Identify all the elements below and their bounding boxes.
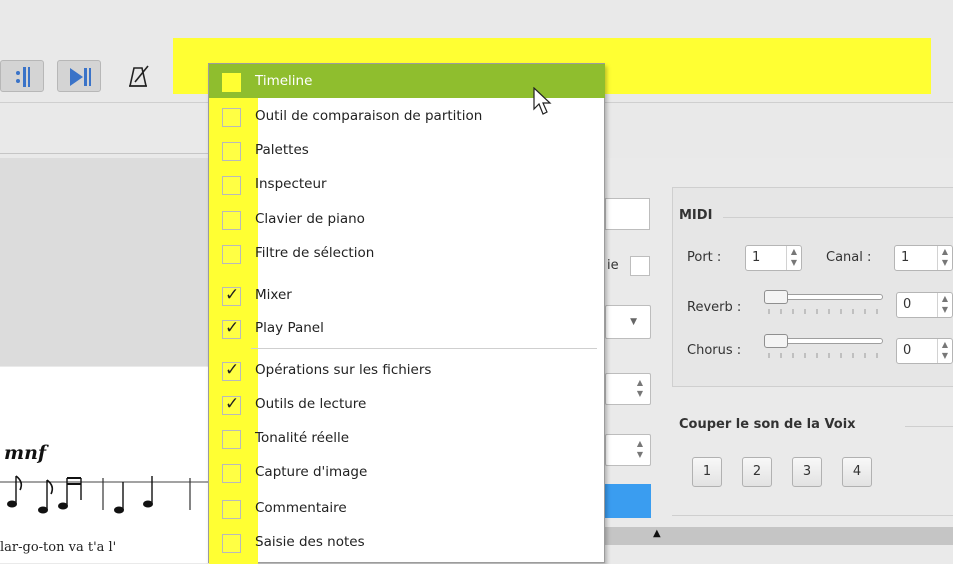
chevron-down-icon: ▼	[630, 317, 637, 327]
tab-divider	[0, 153, 210, 154]
metronome-button[interactable]	[124, 62, 154, 90]
chorus-label: Chorus :	[687, 343, 742, 358]
chorus-ticks	[768, 353, 878, 358]
voice-3-button[interactable]: 3	[792, 457, 822, 487]
spin-arrows-icon: ▲ ▼	[636, 378, 643, 398]
chorus-slider-handle[interactable]	[764, 334, 788, 348]
volume-spinbox[interactable]: ▲ ▼	[605, 373, 651, 405]
menu-item-checkbox[interactable]	[222, 73, 241, 92]
spin-arrows-icon[interactable]: ▲ ▼	[786, 246, 801, 270]
pan-spinbox[interactable]: ▲ ▼	[605, 434, 651, 466]
mouse-cursor-icon	[533, 87, 552, 115]
play-to-end-icon	[70, 68, 91, 86]
menu-item-label: Opérations sur les fichiers	[255, 362, 432, 378]
menu-item-label: Outil de comparaison de partition	[255, 108, 483, 124]
menu-item-label: Clavier de piano	[255, 211, 365, 227]
solo-checkbox[interactable]	[630, 256, 650, 276]
voice-4-button[interactable]: 4	[842, 457, 872, 487]
menu-item[interactable]: Saisie des notes	[209, 527, 604, 560]
play-to-end-button[interactable]	[57, 60, 101, 92]
menu-item-label: Saisie des notes	[255, 534, 365, 550]
menu-item-checkbox[interactable]	[222, 500, 241, 519]
mute-voice-title: Couper le son de la Voix	[679, 417, 856, 432]
port-value: 1	[752, 250, 761, 265]
metronome-icon	[129, 65, 149, 87]
menu-item[interactable]: Mixer	[209, 280, 604, 313]
view-menu: Timeline Outil de comparaison de partitio…	[208, 63, 605, 564]
menu-item[interactable]: Opérations sur les fichiers	[209, 355, 604, 388]
menu-item[interactable]: Outils de lecture	[209, 389, 604, 422]
menu-item-checkbox[interactable]	[222, 245, 241, 264]
channel-label: Canal :	[826, 250, 872, 265]
sound-dropdown[interactable]: ▼	[605, 305, 651, 339]
reverb-label: Reverb :	[687, 300, 742, 315]
spin-arrows-icon: ▲ ▼	[636, 439, 643, 459]
spin-arrows-icon[interactable]: ▲ ▼	[937, 339, 952, 363]
score-page	[0, 367, 210, 563]
channel-spinbox[interactable]: 1 ▲ ▼	[894, 245, 953, 271]
name-field[interactable]	[605, 198, 650, 230]
menu-item-label: Play Panel	[255, 320, 324, 336]
spin-arrows-icon[interactable]: ▲ ▼	[937, 246, 952, 270]
menu-item-checkbox[interactable]	[222, 176, 241, 195]
menu-item-label: Mixer	[255, 287, 292, 303]
menu-item-checkbox[interactable]	[222, 534, 241, 553]
score-background	[0, 158, 210, 366]
menu-item-label: Inspecteur	[255, 176, 327, 192]
menu-item[interactable]: Palettes	[209, 135, 604, 168]
reverb-value: 0	[903, 297, 912, 312]
menu-item-label: Capture d'image	[255, 464, 368, 480]
spin-arrows-icon[interactable]: ▲ ▼	[937, 293, 952, 317]
menu-item[interactable]: Play Panel	[209, 313, 604, 346]
menu-item[interactable]: Capture d'image	[209, 457, 604, 490]
menu-item-checkbox[interactable]	[222, 394, 241, 415]
menu-item-label: Outils de lecture	[255, 396, 367, 412]
channel-value: 1	[901, 250, 910, 265]
menu-item[interactable]: Commentaire	[209, 493, 604, 526]
menu-item-checkbox[interactable]	[222, 108, 241, 127]
menu-item-checkbox[interactable]	[222, 211, 241, 230]
menu-item-label: Palettes	[255, 142, 309, 158]
menu-item[interactable]: Filtre de sélection	[209, 238, 604, 271]
menu-item-checkbox[interactable]	[222, 142, 241, 161]
repeat-end-icon	[16, 67, 30, 87]
collapse-up-icon[interactable]: ▲	[653, 528, 661, 539]
menu-item[interactable]: Tonalité réelle	[209, 423, 604, 456]
solo-label: ie	[607, 258, 619, 273]
menu-item-checkbox[interactable]	[222, 318, 241, 339]
lyrics: lar-go-ton va t'a l'	[0, 540, 117, 555]
voice-2-button[interactable]: 2	[742, 457, 772, 487]
menu-item-checkbox[interactable]	[222, 360, 241, 381]
menu-item-label: Tonalité réelle	[255, 430, 350, 446]
midi-title-rule	[723, 217, 953, 218]
menu-item-checkbox[interactable]	[222, 430, 241, 449]
dynamic-marking: mnf	[4, 442, 47, 464]
reverb-spinbox[interactable]: 0 ▲ ▼	[896, 292, 953, 318]
reverb-ticks	[768, 309, 878, 314]
menu-item-checkbox[interactable]	[222, 285, 241, 306]
midi-title: MIDI	[679, 208, 713, 223]
chorus-spinbox[interactable]: 0 ▲ ▼	[896, 338, 953, 364]
port-label: Port :	[687, 250, 722, 265]
menu-item-checkbox[interactable]	[222, 464, 241, 483]
menu-separator	[251, 348, 597, 349]
repeat-button[interactable]	[0, 60, 44, 92]
staff-notes	[0, 475, 210, 514]
menu-item-label: Filtre de sélection	[255, 245, 375, 261]
panel-divider	[672, 515, 953, 516]
reverb-slider-handle[interactable]	[764, 290, 788, 304]
chorus-value: 0	[903, 343, 912, 358]
voice-1-button[interactable]: 1	[692, 457, 722, 487]
menu-item-label: Timeline	[255, 73, 313, 89]
mute-voice-rule	[905, 426, 953, 427]
menu-item[interactable]: Inspecteur	[209, 169, 604, 202]
selected-part-bar[interactable]	[605, 484, 651, 518]
menu-item-label: Commentaire	[255, 500, 347, 516]
menu-item[interactable]: Clavier de piano	[209, 204, 604, 237]
port-spinbox[interactable]: 1 ▲ ▼	[745, 245, 802, 271]
